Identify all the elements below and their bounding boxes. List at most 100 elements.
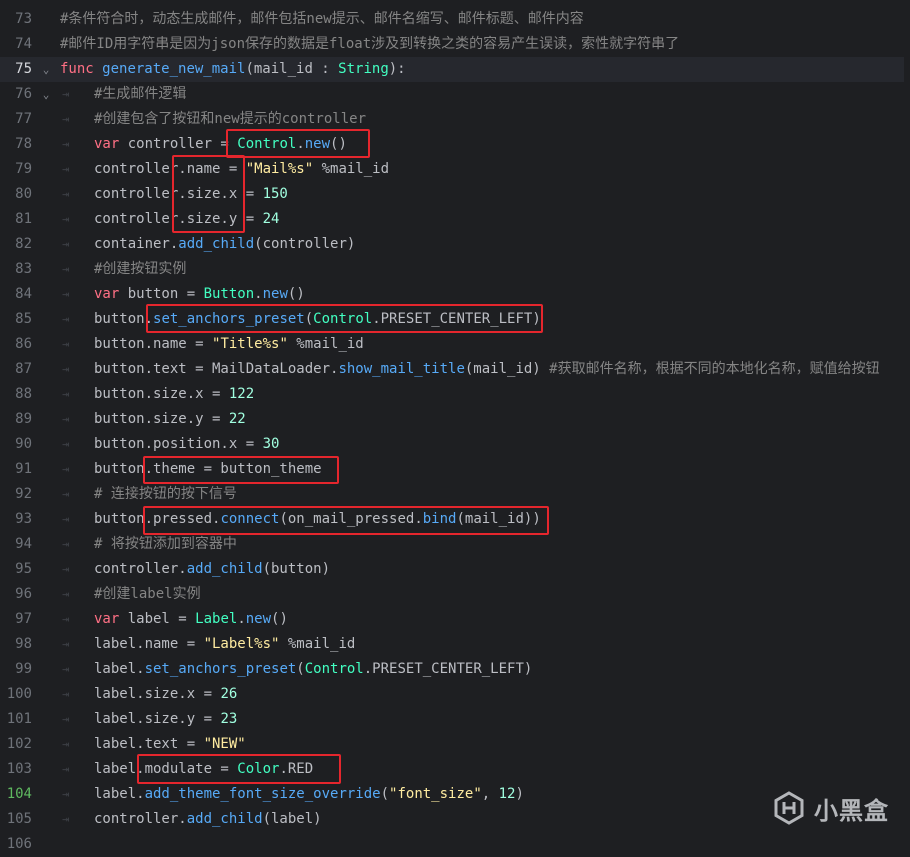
code-token: 30 — [262, 436, 280, 452]
code-token: var — [94, 611, 128, 627]
code-token: Label — [195, 611, 238, 627]
line-number: 89 — [15, 411, 32, 427]
code-token: %mail_id — [287, 336, 364, 352]
code-text: button.name = "Title%s" %mail_id — [94, 332, 364, 357]
line-number: 77 — [15, 111, 32, 127]
code-token: 23 — [220, 711, 238, 727]
code-line[interactable]: 86 ⇥ button.name = "Title%s" %mail_id — [0, 332, 910, 357]
code-line[interactable]: 81 ⇥ controller.size.y = 24 — [0, 207, 910, 232]
highlight-pressed-connect — [143, 506, 549, 535]
tab-indent-icon: ⇥ — [62, 237, 70, 251]
code-token: controller. — [94, 561, 187, 577]
code-token: Button — [203, 286, 255, 302]
line-number: 85 — [15, 311, 32, 327]
tab-indent-icon: ⇥ — [62, 137, 70, 151]
code-token: "Label%s" — [203, 636, 280, 652]
code-token: #邮件ID用字符串是因为json保存的数据是float涉及到转换之类的容易产生误… — [60, 36, 680, 52]
code-token: # 将按钮添加到容器中 — [94, 536, 237, 552]
code-line[interactable]: 73 #条件符合时，动态生成邮件，邮件包括new提示、邮件名缩写、邮件标题、邮件内… — [0, 7, 910, 32]
code-token: container. — [94, 236, 179, 252]
code-line[interactable]: 99 ⇥ label.set_anchors_preset(Control.PRES… — [0, 657, 910, 682]
code-token: button.size.x = — [94, 386, 229, 402]
code-line[interactable]: 94 ⇥ # 将按钮添加到容器中 — [0, 532, 910, 557]
code-line[interactable]: 82 ⇥ container.add_child(controller) — [0, 232, 910, 257]
fold-chevron-icon[interactable]: ⌄ — [40, 82, 52, 107]
tab-indent-icon: ⇥ — [62, 687, 70, 701]
code-line[interactable]: 89 ⇥ button.size.y = 22 — [0, 407, 910, 432]
tab-indent-icon: ⇥ — [62, 737, 70, 751]
code-token: label.name = — [94, 636, 204, 652]
code-text: #生成邮件逻辑 — [94, 82, 186, 107]
line-number: 105 — [6, 811, 32, 827]
code-line[interactable]: 91 ⇥ button.theme = button_theme — [0, 457, 910, 482]
code-line[interactable]: 92 ⇥ # 连接按钮的按下信号 — [0, 482, 910, 507]
code-token: "Mail%s" — [245, 161, 314, 177]
code-line[interactable]: 80 ⇥ controller.size.x = 150 — [0, 182, 910, 207]
code-token: 12 — [498, 786, 516, 802]
code-text: button.size.x = 122 — [94, 382, 254, 407]
line-number: 80 — [15, 186, 32, 202]
code-text: label.add_theme_font_size_override("font… — [94, 782, 524, 807]
code-line[interactable]: 106 — [0, 832, 910, 857]
tab-indent-icon: ⇥ — [62, 812, 70, 826]
line-number: 102 — [6, 736, 32, 752]
code-text: #创建label实例 — [94, 582, 201, 607]
code-token: (mail_id) — [464, 361, 550, 377]
tab-indent-icon: ⇥ — [62, 337, 70, 351]
code-line[interactable]: 77 ⇥ #创建包含了按钮和new提示的controller — [0, 107, 910, 132]
code-token: new — [245, 611, 272, 627]
code-line[interactable]: 97 ⇥ var label = Label.new() — [0, 607, 910, 632]
highlight-button-theme — [143, 456, 339, 484]
code-token: %mail_id — [279, 636, 356, 652]
code-token: String — [338, 61, 389, 77]
code-token: () — [287, 286, 305, 302]
code-text: button.size.y = 22 — [94, 407, 246, 432]
code-token: ( — [380, 786, 390, 802]
code-text: container.add_child(controller) — [94, 232, 355, 257]
code-editor[interactable]: 73 #条件符合时，动态生成邮件，邮件包括new提示、邮件名缩写、邮件标题、邮件内… — [0, 0, 910, 852]
code-text: # 将按钮添加到容器中 — [94, 532, 237, 557]
tab-indent-icon: ⇥ — [62, 712, 70, 726]
code-line[interactable]: 76 ⌄ ⇥ #生成邮件逻辑 — [0, 82, 910, 107]
code-line[interactable]: 88 ⇥ button.size.x = 122 — [0, 382, 910, 407]
code-line[interactable]: 98 ⇥ label.name = "Label%s" %mail_id — [0, 632, 910, 657]
code-line[interactable]: 75 ⌄ func generate_new_mail(mail_id : Stri… — [0, 57, 910, 82]
line-number: 84 — [15, 286, 32, 302]
code-token: Control — [304, 661, 364, 677]
code-line[interactable]: 100 ⇥ label.size.x = 26 — [0, 682, 910, 707]
line-number: 95 — [15, 561, 32, 577]
fold-chevron-icon[interactable]: ⌄ — [40, 57, 52, 82]
line-number: 104 — [6, 786, 32, 802]
code-text: func generate_new_mail(mail_id : String)… — [60, 57, 406, 82]
code-line[interactable]: 102 ⇥ label.text = "NEW" — [0, 732, 910, 757]
code-line[interactable]: 78 ⇥ var controller = Control.new() — [0, 132, 910, 157]
tab-indent-icon: ⇥ — [62, 437, 70, 451]
line-number: 98 — [15, 636, 32, 652]
code-token: 150 — [262, 186, 288, 202]
tab-indent-icon: ⇥ — [62, 537, 70, 551]
vertical-scrollbar[interactable] — [904, 0, 910, 847]
code-line[interactable]: 90 ⇥ button.position.x = 30 — [0, 432, 910, 457]
code-line[interactable]: 87 ⇥ button.text = MailDataLoader.show_mai… — [0, 357, 910, 382]
line-number: 93 — [15, 511, 32, 527]
code-token: "font_size" — [389, 786, 482, 802]
tab-indent-icon: ⇥ — [62, 612, 70, 626]
code-line[interactable]: 101 ⇥ label.size.y = 23 — [0, 707, 910, 732]
code-token: controller = — [127, 136, 238, 152]
code-line[interactable]: 95 ⇥ controller.add_child(button) — [0, 557, 910, 582]
code-line[interactable]: 96 ⇥ #创建label实例 — [0, 582, 910, 607]
code-line[interactable]: 74 #邮件ID用字符串是因为json保存的数据是float涉及到转换之类的容易产… — [0, 32, 910, 57]
code-token: label.size.y = — [94, 711, 221, 727]
code-token: () — [271, 611, 288, 627]
code-token: , — [481, 786, 499, 802]
code-token: #获取邮件名称，根据不同的本地化名称，赋值给按钮 — [549, 361, 880, 377]
code-token: button. — [94, 311, 154, 327]
code-token: add_child — [178, 236, 255, 252]
code-token: 122 — [228, 386, 255, 402]
code-line[interactable]: 79 ⇥ controller.name = "Mail%s" %mail_id — [0, 157, 910, 182]
code-token: label = — [127, 611, 196, 627]
code-token: "NEW" — [203, 736, 246, 752]
code-token: "Title%s" — [212, 336, 288, 352]
code-token: ) — [515, 786, 524, 802]
code-line[interactable]: 83 ⇥ #创建按钮实例 — [0, 257, 910, 282]
